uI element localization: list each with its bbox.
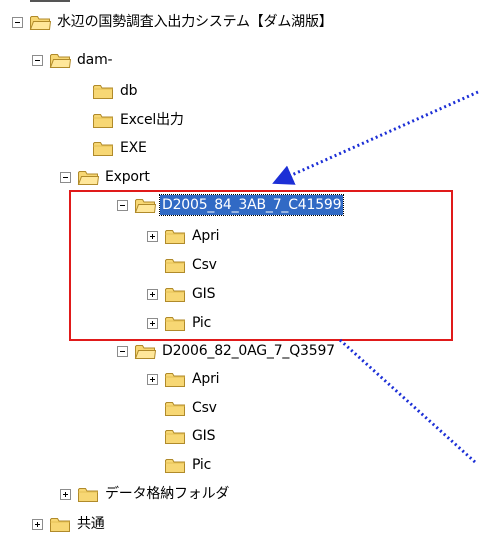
tree-node-data-folder[interactable]: データ格納フォルダ (60, 480, 231, 508)
tree-node-common[interactable]: 共通 (32, 510, 107, 538)
collapse-icon[interactable] (117, 345, 128, 357)
tree-node-label[interactable]: Export (103, 167, 152, 187)
expand-icon[interactable] (147, 373, 158, 385)
tree-node-excel[interactable]: Excel出力 (75, 106, 186, 134)
tree-node-label[interactable]: Excel出力 (118, 110, 186, 130)
tree-node-label[interactable]: D2006_82_0AG_7_Q3597 (160, 341, 337, 361)
tree-node-label[interactable]: EXE (118, 138, 149, 158)
tree-node-d2006-apri[interactable]: Apri (147, 365, 221, 393)
folder-icon (49, 54, 71, 68)
collapse-icon[interactable] (12, 16, 23, 28)
folder-icon (134, 345, 156, 359)
tree-node-label[interactable]: Csv (190, 398, 219, 418)
tree-node-d2006-pic[interactable]: Pic (147, 451, 213, 479)
tree-node-label[interactable]: データ格納フォルダ (103, 484, 231, 504)
collapse-icon[interactable] (60, 171, 71, 183)
tree-node-d2006-csv[interactable]: Csv (147, 394, 219, 422)
folder-icon (165, 430, 185, 444)
collapse-icon[interactable] (32, 54, 43, 66)
tree-node-label[interactable]: dam- (75, 50, 114, 70)
highlight-box (69, 190, 453, 341)
tree-node-exe[interactable]: EXE (75, 134, 149, 162)
tree-node-d2006-gis[interactable]: GIS (147, 422, 217, 450)
tree-node-root[interactable]: 水辺の国勢調査入出力システム【ダム湖版】 (12, 8, 335, 36)
tree-node-label[interactable]: GIS (190, 426, 217, 446)
folder-icon (93, 114, 113, 128)
tree-node-label[interactable]: Pic (190, 455, 213, 475)
tree-node-label[interactable]: 共通 (75, 514, 107, 534)
folder-icon (50, 518, 70, 532)
expand-icon[interactable] (32, 518, 43, 530)
expand-icon[interactable] (60, 488, 71, 500)
tree-node-label[interactable]: Apri (190, 369, 221, 389)
folder-icon (165, 373, 185, 387)
folder-icon (165, 459, 185, 473)
tree-node-label[interactable]: db (118, 81, 139, 101)
folder-icon (93, 142, 113, 156)
folder-icon (29, 16, 51, 30)
tree-node-dam[interactable]: dam- (32, 46, 114, 74)
folder-icon (165, 402, 185, 416)
tree-node-export[interactable]: Export (60, 163, 152, 191)
folder-icon (77, 171, 99, 185)
folder-icon (93, 85, 113, 99)
folder-icon (78, 488, 98, 502)
tree-node-d2006[interactable]: D2006_82_0AG_7_Q3597 (117, 337, 337, 365)
tree-node-label[interactable]: 水辺の国勢調査入出力システム【ダム湖版】 (55, 12, 335, 32)
tree-node-db[interactable]: db (75, 77, 139, 105)
tree-top-edge (30, 0, 70, 2)
